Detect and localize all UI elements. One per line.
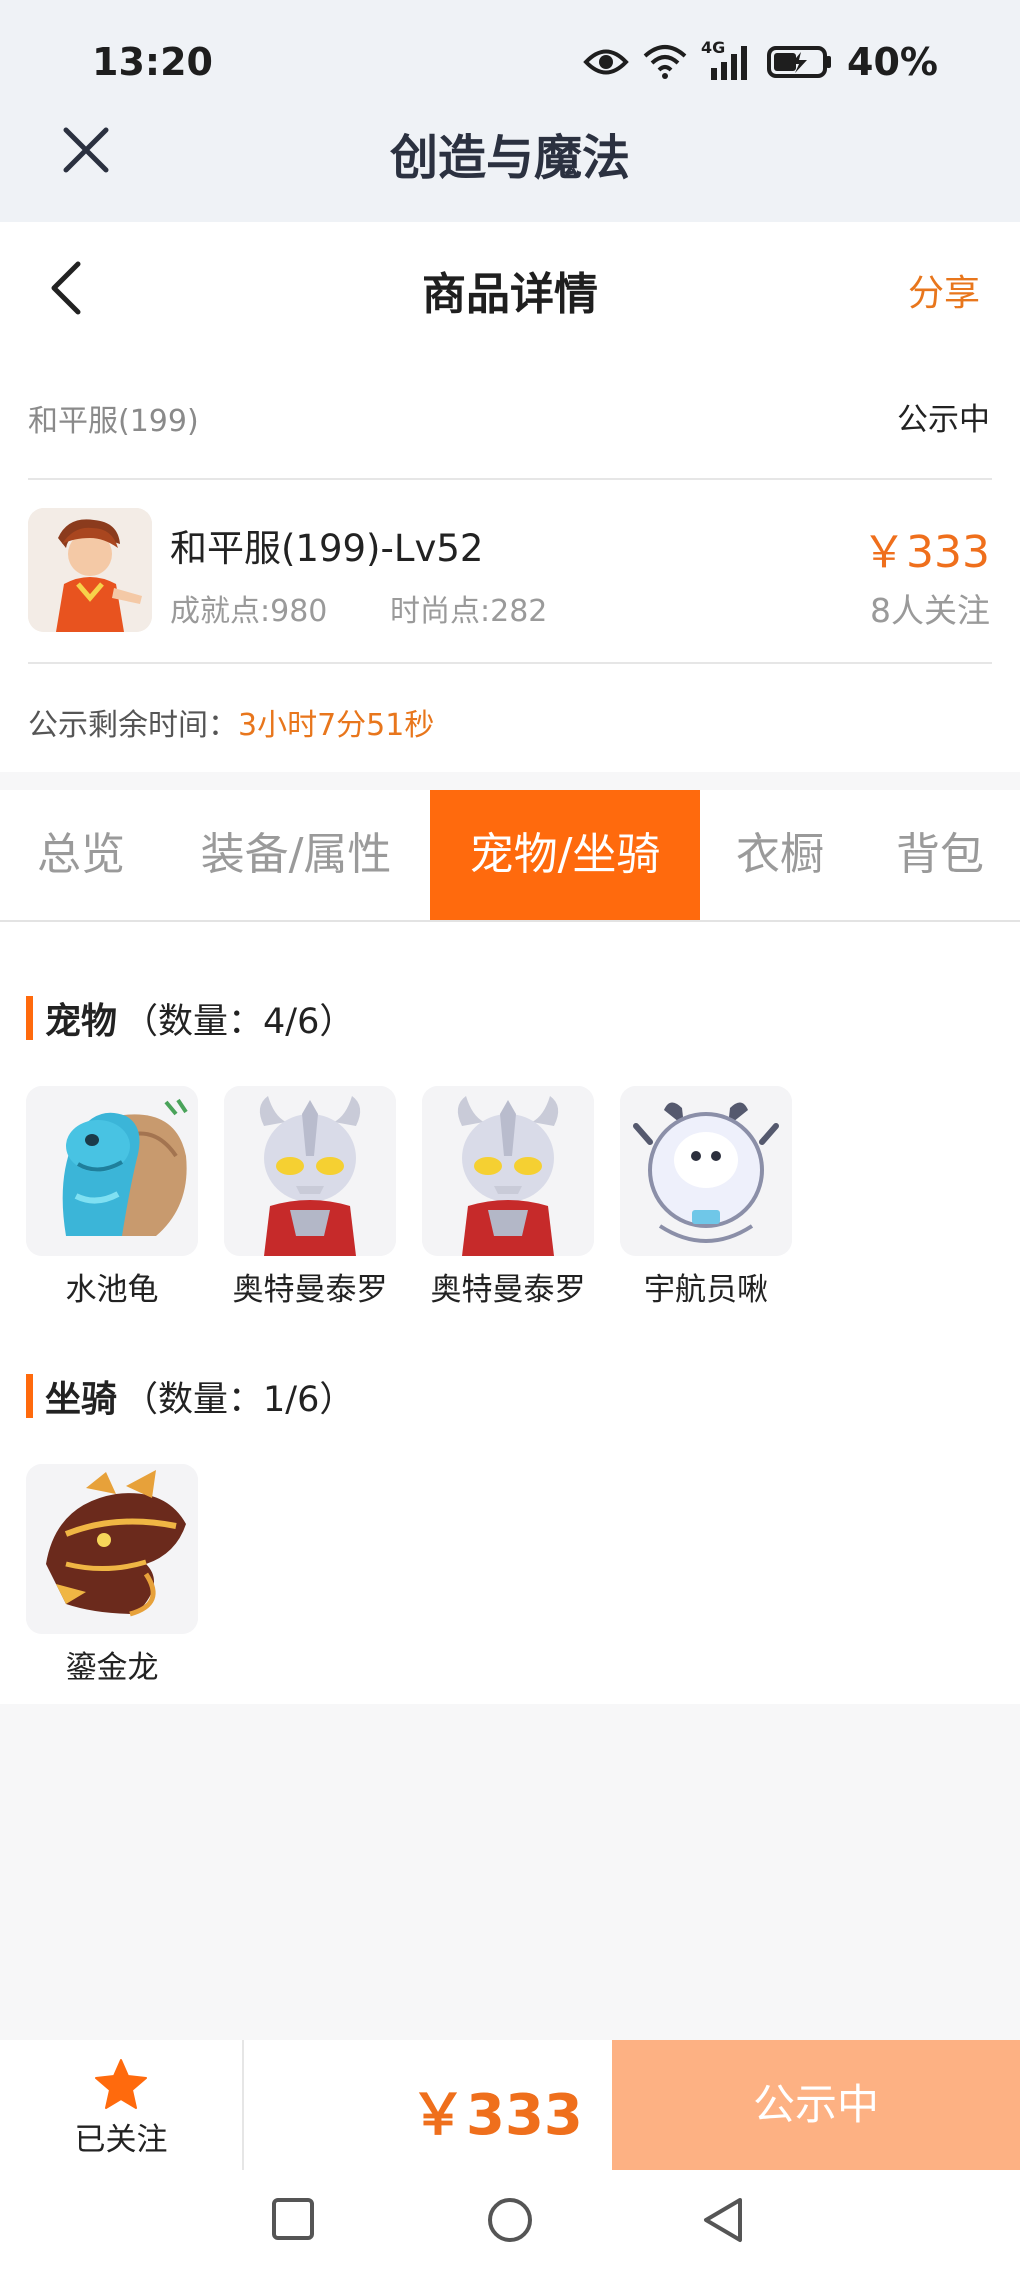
server-name: 和平服(199) — [28, 404, 199, 439]
follow-button[interactable]: 已关注 — [0, 2040, 242, 2170]
follow-label: 已关注 — [74, 2122, 168, 2158]
divider — [28, 662, 992, 664]
home-icon[interactable] — [486, 2196, 534, 2244]
mount-card[interactable]: 鎏金龙 — [26, 1464, 198, 1687]
fashion-points: 时尚点:282 — [390, 594, 548, 629]
pet-card[interactable]: 奥特曼泰罗 — [422, 1086, 594, 1309]
divider — [242, 2040, 244, 2170]
recent-apps-icon[interactable] — [270, 2196, 316, 2242]
turtle-pet-icon — [26, 1086, 198, 1256]
listing-status: 公示中 — [897, 402, 990, 438]
item-price: ￥333 — [862, 527, 990, 578]
listing-status-button[interactable]: 公示中 — [612, 2040, 1020, 2170]
countdown-value: 3小时7分51秒 — [238, 708, 435, 743]
bottom-price: ￥333 — [410, 2083, 583, 2148]
pets-section-header: 宠物 （数量：4/6） — [26, 994, 354, 1042]
status-time: 13:20 — [92, 40, 213, 84]
dragon-mount-icon — [26, 1464, 198, 1634]
tab-pets-mounts[interactable]: 宠物/坐骑 — [430, 790, 700, 920]
app-title: 创造与魔法 — [389, 130, 630, 186]
star-icon — [95, 2059, 147, 2109]
pet-card[interactable]: 宇航员啾 — [620, 1086, 792, 1309]
item-info-panel: 和平服(199) 公示中 和平服(199)-Lv52 成就点:980 时尚点:2… — [0, 352, 1020, 772]
mount-name: 鎏金龙 — [65, 1650, 159, 1686]
wifi-icon — [643, 45, 687, 79]
battery-percent: 40% — [847, 40, 938, 84]
system-navigation-bar — [0, 2170, 1020, 2278]
ultraman-pet-icon — [422, 1086, 594, 1256]
character-avatar[interactable] — [28, 508, 152, 632]
mounts-section-header: 坐骑 （数量：1/6） — [26, 1372, 354, 1420]
astronaut-pet-icon — [620, 1086, 792, 1256]
watcher-count: 8人关注 — [870, 591, 990, 630]
countdown-row: 公示剩余时间：3小时7分51秒 — [28, 700, 434, 744]
battery-charging-icon — [767, 46, 832, 78]
pets-count: （数量：4/6） — [123, 1001, 355, 1042]
tab-overview[interactable]: 总览 — [0, 790, 162, 920]
status-icons: 4G 40% — [583, 38, 938, 84]
section-marker — [26, 1374, 33, 1418]
share-button[interactable]: 分享 — [908, 264, 980, 316]
pet-card[interactable]: 奥特曼泰罗 — [224, 1086, 396, 1309]
page-title: 商品详情 — [422, 269, 598, 320]
app-bar: 创造与魔法 — [0, 100, 1020, 222]
mounts-title: 坐骑 — [45, 1379, 118, 1420]
achievement-points: 成就点:980 — [170, 594, 328, 629]
pet-name: 奥特曼泰罗 — [232, 1272, 388, 1308]
tab-bag[interactable]: 背包 — [860, 790, 1020, 920]
divider — [28, 478, 992, 480]
back-icon[interactable] — [700, 2196, 746, 2244]
pet-name: 水池龟 — [65, 1272, 159, 1308]
tab-bar: 总览 装备/属性 宠物/坐骑 衣橱 背包 — [0, 790, 1020, 922]
item-name: 和平服(199)-Lv52 — [170, 527, 484, 570]
ultraman-pet-icon — [224, 1086, 396, 1256]
pets-mounts-content: 宠物 （数量：4/6） 水池龟 奥特曼泰罗 奥特曼泰罗 宇航员啾 坐骑 （数量：… — [0, 922, 1020, 1704]
signal-icon: 4G — [701, 38, 753, 82]
pet-name: 奥特曼泰罗 — [430, 1272, 586, 1308]
pet-name: 宇航员啾 — [644, 1272, 768, 1308]
mounts-count: （数量：1/6） — [123, 1379, 355, 1420]
nav-bar: 商品详情 分享 — [0, 222, 1020, 352]
tab-wardrobe[interactable]: 衣橱 — [700, 790, 860, 920]
pets-title: 宠物 — [45, 1001, 118, 1042]
section-marker — [26, 996, 33, 1040]
countdown-label: 公示剩余时间： — [28, 708, 238, 743]
pet-card[interactable]: 水池龟 — [26, 1086, 198, 1309]
bottom-action-bar: 已关注 ￥333 公示中 — [0, 2040, 1020, 2170]
eye-icon — [583, 49, 629, 75]
tab-equipment[interactable]: 装备/属性 — [162, 790, 430, 920]
